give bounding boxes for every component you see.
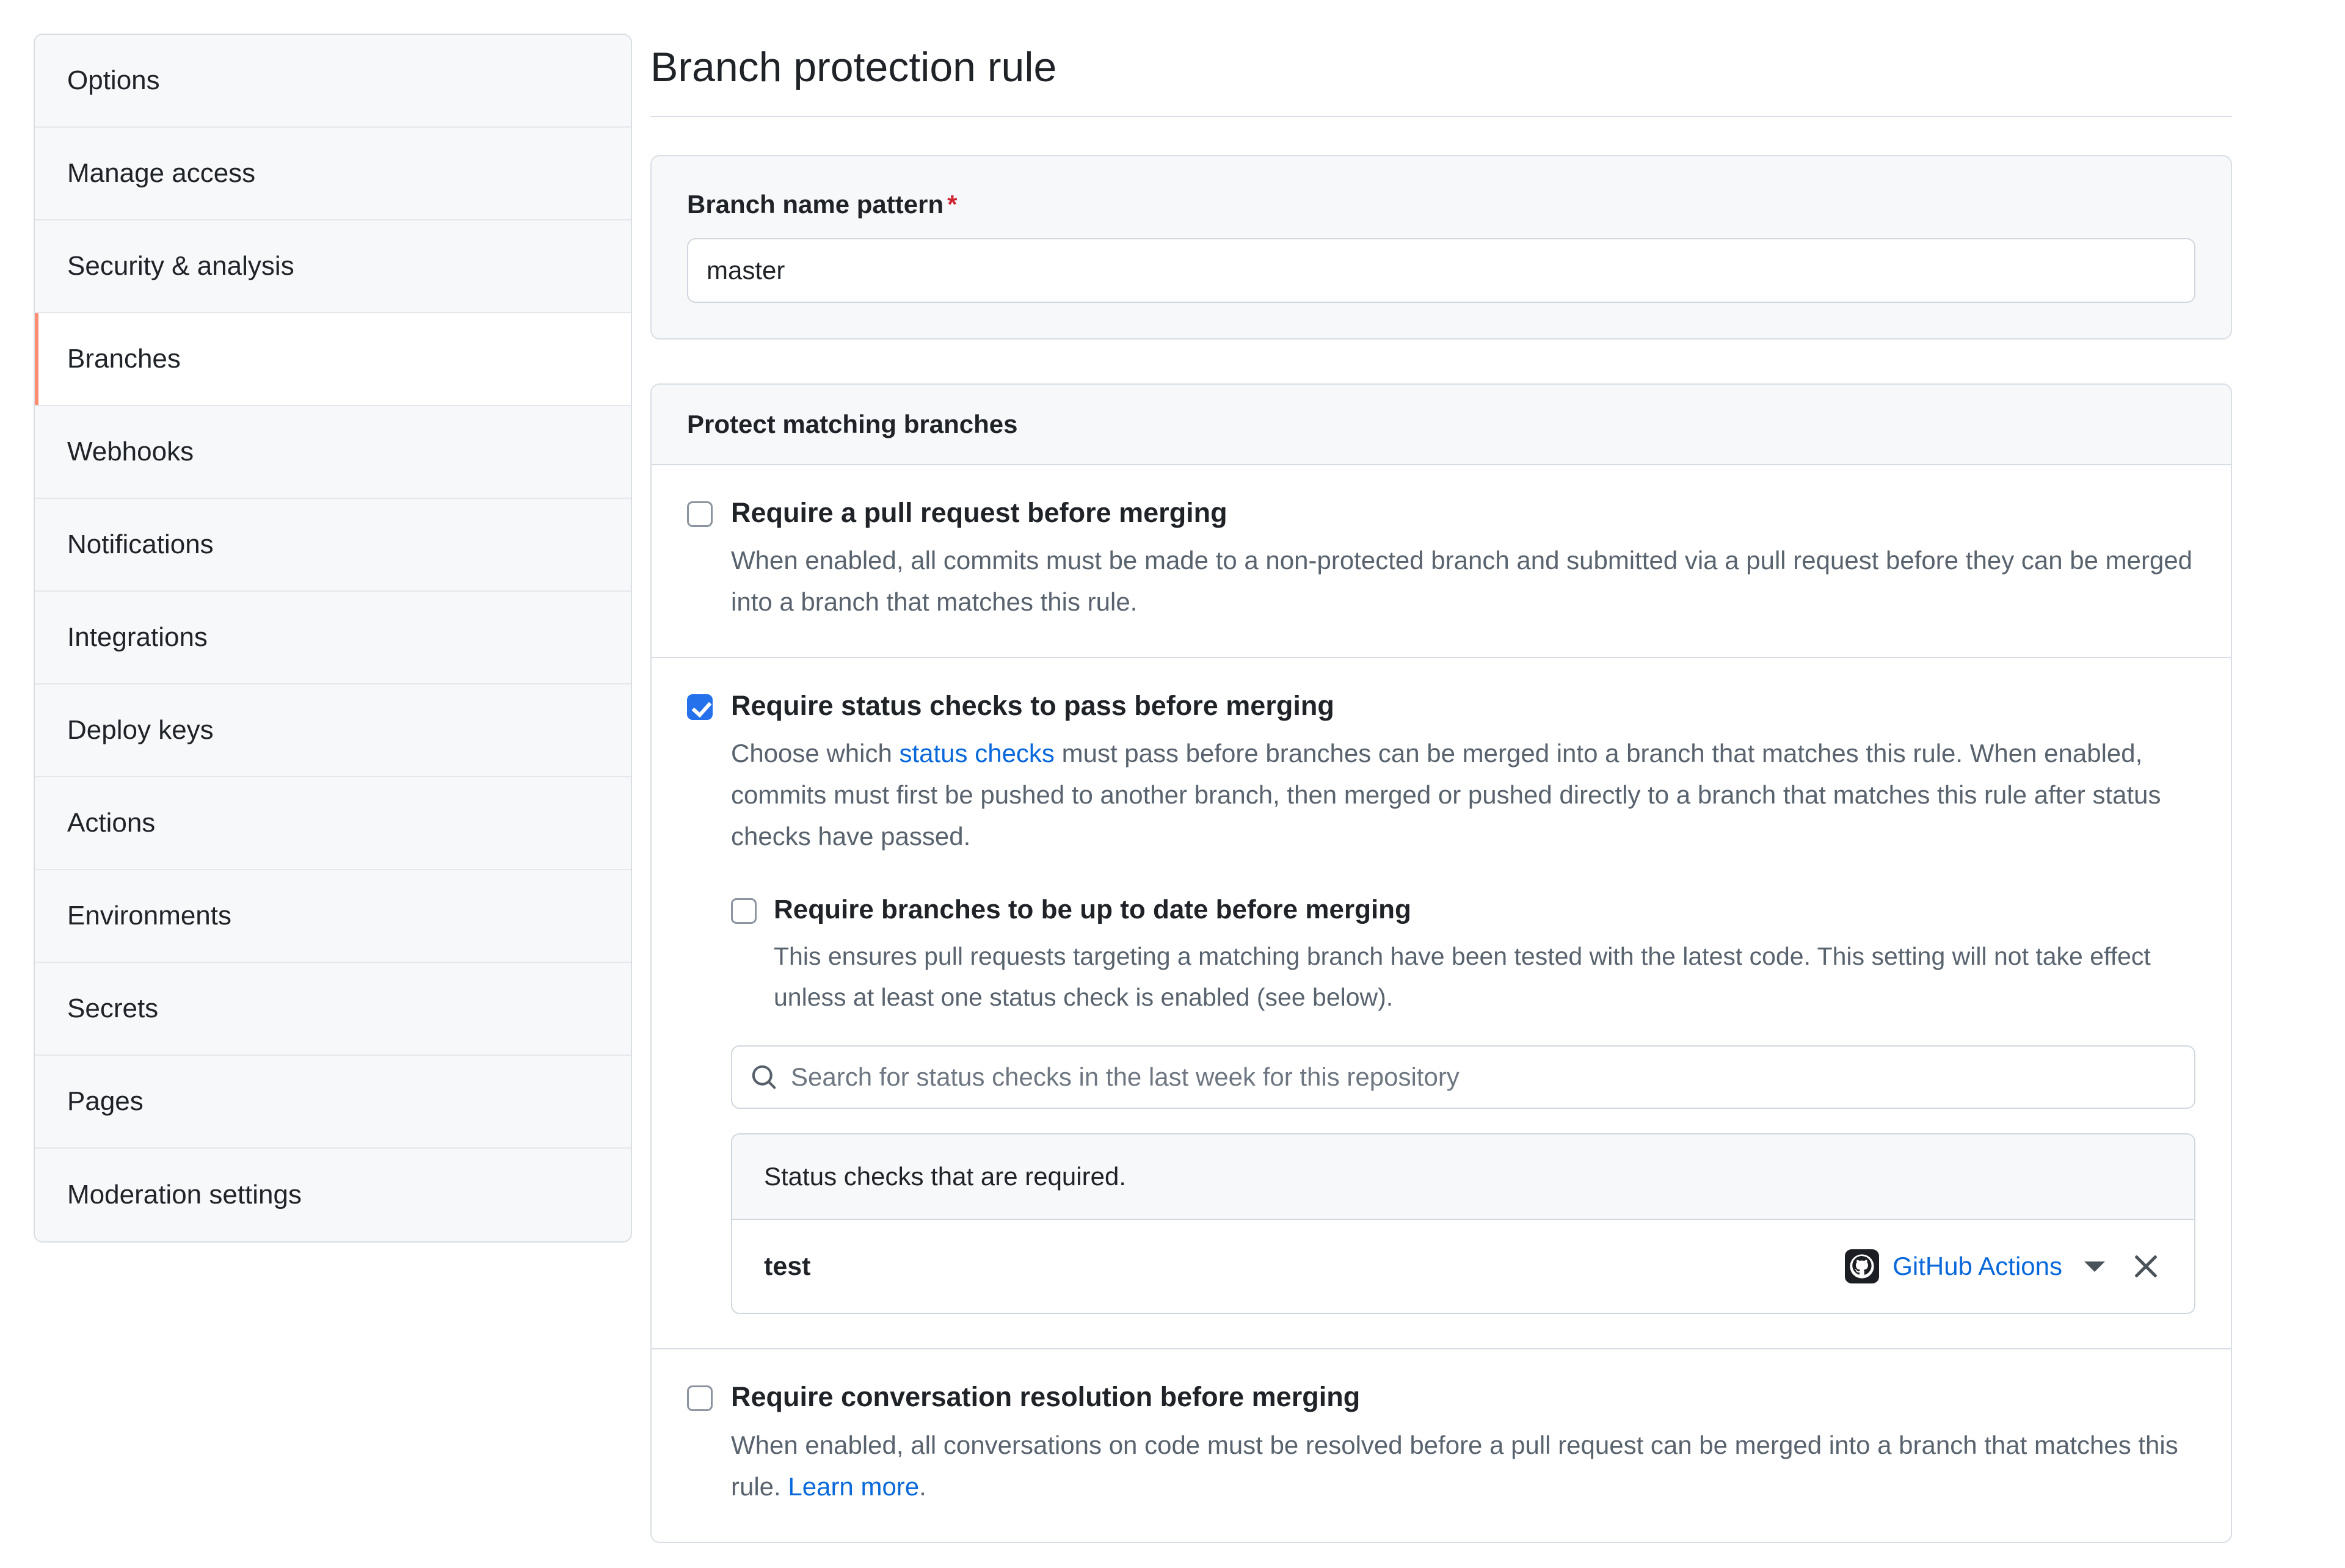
sidebar-item-label: Environments xyxy=(67,901,232,931)
sidebar-item-label: Notifications xyxy=(67,529,214,559)
status-check-source-link[interactable]: GitHub Actions xyxy=(1892,1252,2062,1281)
sidebar-item-label: Webhooks xyxy=(67,437,194,466)
page-title: Branch protection rule xyxy=(650,44,1057,90)
require-up-to-date-description: This ensures pull requests targeting a m… xyxy=(774,942,2151,1011)
protect-matching-branches-header: Protect matching branches xyxy=(652,384,2231,465)
settings-sidebar: Options Manage access Security & analysi… xyxy=(34,34,632,1243)
chevron-down-icon[interactable] xyxy=(2084,1261,2105,1272)
sidebar-item-label: Secrets xyxy=(67,993,159,1023)
require-up-to-date-checkbox[interactable] xyxy=(731,898,757,924)
nested-rule-block: Require branches to be up to date before… xyxy=(731,893,2195,1315)
require-conversation-resolution-label[interactable]: Require conversation resolution before m… xyxy=(731,1380,1360,1414)
learn-more-link[interactable]: Learn more xyxy=(788,1472,919,1501)
require-pull-request-label[interactable]: Require a pull request before merging xyxy=(731,496,1227,530)
sidebar-item-deploy-keys[interactable]: Deploy keys xyxy=(35,684,631,777)
github-octocat-icon xyxy=(1845,1249,1880,1284)
branch-name-pattern-input[interactable] xyxy=(687,238,2195,303)
sidebar-item-label: Actions xyxy=(67,808,156,838)
sidebar-item-manage-access[interactable]: Manage access xyxy=(35,128,631,220)
status-checks-search-input[interactable] xyxy=(791,1062,2176,1092)
protect-matching-branches-card: Protect matching branches Require a pull… xyxy=(650,383,2232,1543)
status-checks-link[interactable]: status checks xyxy=(899,739,1054,768)
sidebar-item-security-analysis[interactable]: Security & analysis xyxy=(35,220,631,313)
sidebar-item-options[interactable]: Options xyxy=(35,35,631,128)
require-up-to-date-label[interactable]: Require branches to be up to date before… xyxy=(774,893,1411,926)
settings-page: Options Manage access Security & analysi… xyxy=(0,0,2345,1568)
sidebar-item-notifications[interactable]: Notifications xyxy=(35,499,631,592)
require-status-checks-description: Choose which status checks must pass bef… xyxy=(731,733,2195,857)
main-content: Branch protection rule Branch name patte… xyxy=(650,34,2232,1543)
sidebar-item-label: Moderation settings xyxy=(67,1180,302,1210)
rule-require-conversation-resolution: Require conversation resolution before m… xyxy=(652,1349,2231,1542)
sidebar-item-label: Manage access xyxy=(67,158,256,188)
checkbox-row: Require a pull request before merging xyxy=(687,496,2195,530)
description-text-before-link: When enabled, all conversations on code … xyxy=(731,1430,2178,1501)
search-icon xyxy=(752,1065,776,1089)
sidebar-item-integrations[interactable]: Integrations xyxy=(35,592,631,684)
sidebar-item-label: Integrations xyxy=(67,622,208,652)
rule-require-pull-request: Require a pull request before merging Wh… xyxy=(652,465,2231,659)
required-status-checks-table-header: Status checks that are required. xyxy=(732,1134,2194,1221)
require-conversation-resolution-checkbox[interactable] xyxy=(687,1385,713,1412)
checkbox-row: Require status checks to pass before mer… xyxy=(687,689,2195,723)
description-text-before-link: Choose which xyxy=(731,739,900,768)
title-divider xyxy=(650,115,2232,117)
sidebar-item-environments[interactable]: Environments xyxy=(35,870,631,963)
require-status-checks-label[interactable]: Require status checks to pass before mer… xyxy=(731,689,1334,723)
branch-name-pattern-label: Branch name pattern * xyxy=(687,189,2195,219)
branch-name-pattern-label-text: Branch name pattern xyxy=(687,189,944,219)
status-checks-search-wrapper xyxy=(731,1045,2195,1109)
sidebar-item-label: Security & analysis xyxy=(67,251,294,281)
branch-name-pattern-card: Branch name pattern * xyxy=(650,154,2232,339)
require-status-checks-checkbox[interactable] xyxy=(687,694,713,720)
description-text-after-link: . xyxy=(919,1472,926,1501)
sidebar-item-label: Options xyxy=(67,65,160,95)
require-pull-request-description: When enabled, all commits must be made t… xyxy=(731,546,2193,617)
sidebar-item-label: Deploy keys xyxy=(67,715,214,745)
require-pull-request-checkbox[interactable] xyxy=(687,501,713,527)
checkbox-row: Require branches to be up to date before… xyxy=(731,893,2195,926)
sidebar-item-actions[interactable]: Actions xyxy=(35,777,631,870)
sidebar-item-pages[interactable]: Pages xyxy=(35,1056,631,1149)
required-asterisk: * xyxy=(947,189,958,219)
sidebar-item-secrets[interactable]: Secrets xyxy=(35,963,631,1056)
sidebar-item-label: Pages xyxy=(67,1086,144,1116)
status-check-controls: GitHub Actions xyxy=(1845,1249,2162,1284)
require-conversation-resolution-description: When enabled, all conversations on code … xyxy=(731,1425,2195,1508)
sidebar-item-label: Branches xyxy=(67,344,181,374)
sidebar-item-moderation-settings[interactable]: Moderation settings xyxy=(35,1149,631,1241)
status-check-name: test xyxy=(764,1251,811,1281)
close-icon[interactable] xyxy=(2129,1250,2162,1283)
required-status-checks-table: Status checks that are required. test Gi… xyxy=(731,1133,2195,1315)
table-row: test GitHub Actions xyxy=(732,1220,2194,1313)
sidebar-item-branches[interactable]: Branches xyxy=(35,313,631,406)
rule-require-status-checks: Require status checks to pass before mer… xyxy=(652,658,2231,1350)
sidebar-item-webhooks[interactable]: Webhooks xyxy=(35,406,631,499)
checkbox-row: Require conversation resolution before m… xyxy=(687,1380,2195,1414)
